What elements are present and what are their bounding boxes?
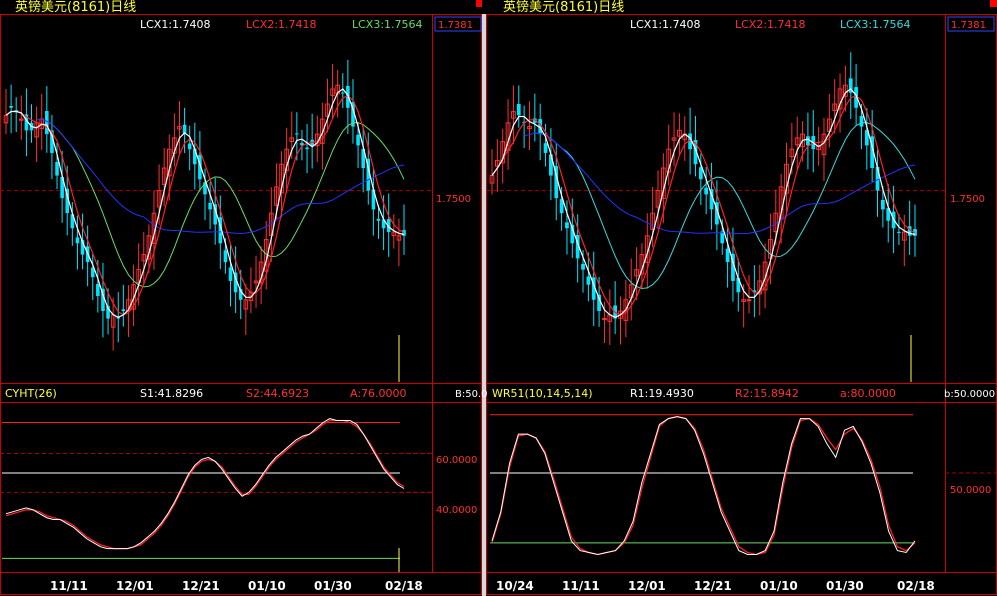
candle-body-down bbox=[208, 202, 212, 210]
candle-body-down bbox=[586, 276, 591, 285]
left-indicator-name: CYHT(26) bbox=[5, 387, 57, 400]
left-indicator-s1: S1:41.8296 bbox=[140, 387, 203, 400]
candle-body-down bbox=[75, 237, 80, 244]
left-date-tick: 11/11 bbox=[50, 579, 88, 593]
left-date-tick: 01/10 bbox=[248, 579, 286, 593]
candle-body-down bbox=[897, 231, 901, 233]
panel-splitter[interactable] bbox=[482, 14, 486, 596]
candle-body-down bbox=[565, 222, 569, 229]
left-indicator-a: A:76.0000 bbox=[350, 387, 407, 400]
forex-chart-canvas: 英镑美元(8161)日线 LCX1:1.7408 LCX2:1.7418 LCX… bbox=[0, 0, 997, 596]
candle-body-down bbox=[376, 218, 381, 221]
candle-body-down bbox=[543, 143, 548, 153]
right-corner-marker bbox=[990, 0, 997, 7]
right-indicator-r2: R2:15.8942 bbox=[735, 387, 799, 400]
right-date-tick: 11/11 bbox=[562, 579, 600, 593]
candle-body-down bbox=[859, 115, 864, 127]
right-indicator-axis-top: b:50.0000 bbox=[944, 389, 995, 400]
right-legend-lcx1: LCX1:1.7408 bbox=[630, 18, 701, 31]
right-date-tick: 10/24 bbox=[496, 579, 534, 593]
candle-body-up bbox=[746, 299, 752, 302]
candle-body-down bbox=[340, 92, 345, 94]
right-price-ref-label: 1.7500 bbox=[950, 194, 985, 205]
right-date-tick: 12/21 bbox=[694, 579, 732, 593]
left-price-badge: 1.7381 bbox=[438, 20, 473, 31]
left-corner-marker bbox=[476, 0, 482, 7]
candle-body-down bbox=[356, 134, 360, 146]
left-indicator-s2: S2:44.6923 bbox=[246, 387, 309, 400]
right-date-tick: 01/30 bbox=[826, 579, 864, 593]
left-legend-lcx1: LCX1:1.7408 bbox=[140, 18, 211, 31]
candle-body-down bbox=[223, 250, 228, 263]
left-indicator-axis-top: B:50.0 bbox=[455, 389, 488, 400]
candle-body-down bbox=[581, 263, 585, 270]
right-legend-lcx2: LCX2:1.7418 bbox=[735, 18, 806, 31]
left-date-tick: 12/01 bbox=[116, 579, 154, 593]
candle-body-down bbox=[402, 230, 406, 236]
left-indicator-label-40: 40.0000 bbox=[436, 505, 477, 516]
right-price-badge: 1.7381 bbox=[951, 20, 986, 31]
candle-body-down bbox=[516, 104, 521, 116]
left-date-tick: 01/30 bbox=[314, 579, 352, 593]
candle-body-down bbox=[305, 147, 309, 150]
candle-body-down bbox=[295, 133, 299, 135]
candle-body-down bbox=[704, 187, 709, 195]
candle-body-down bbox=[9, 105, 13, 108]
left-chart-title: 英镑美元(8161)日线 bbox=[15, 0, 136, 15]
right-chart-title: 英镑美元(8161)日线 bbox=[503, 0, 624, 15]
left-price-ref-label: 1.7500 bbox=[436, 194, 471, 205]
right-indicator-r1: R1:19.4930 bbox=[630, 387, 694, 400]
candle-body-down bbox=[725, 248, 730, 263]
candle-body-down bbox=[228, 267, 233, 281]
left-indicator-label-60: 60.0000 bbox=[436, 455, 477, 466]
candle-body-down bbox=[806, 136, 810, 146]
candle-body-down bbox=[880, 199, 885, 210]
left-date-tick: 12/21 bbox=[182, 579, 220, 593]
right-indicator-a: a:80.0000 bbox=[840, 387, 896, 400]
candle-body-down bbox=[55, 161, 59, 176]
right-indicator-name: WR51(10,14,5,14) bbox=[492, 387, 593, 400]
right-legend-lcx3: LCX3:1.7564 bbox=[840, 18, 911, 31]
candle-body-down bbox=[96, 284, 100, 296]
right-date-tick: 02/18 bbox=[897, 579, 935, 593]
right-date-tick: 12/01 bbox=[628, 579, 666, 593]
candle-body-down bbox=[187, 143, 192, 150]
left-legend-lcx2: LCX2:1.7418 bbox=[246, 18, 317, 31]
left-legend-lcx3: LCX3:1.7564 bbox=[352, 18, 423, 31]
candle-body-down bbox=[121, 309, 126, 312]
left-date-tick: 02/18 bbox=[385, 579, 423, 593]
right-date-tick: 01/10 bbox=[760, 579, 798, 593]
right-indicator-label-50: 50.0000 bbox=[950, 485, 991, 496]
